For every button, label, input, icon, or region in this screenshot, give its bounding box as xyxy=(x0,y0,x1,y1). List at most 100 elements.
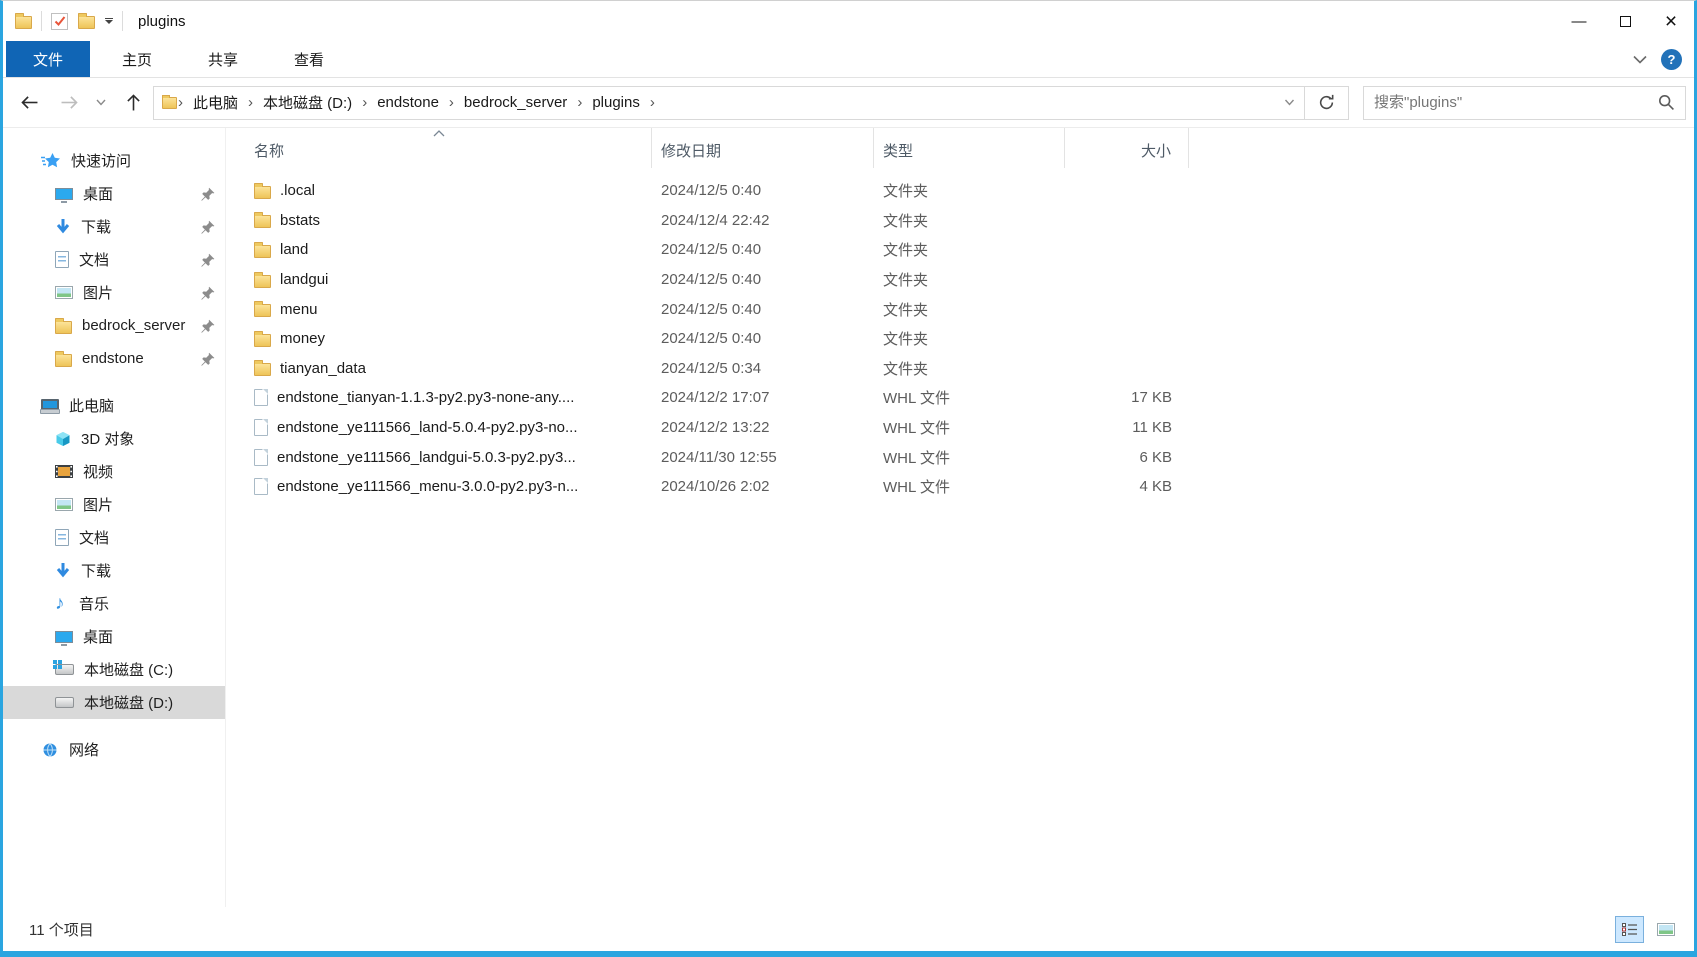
file-row[interactable]: .local2024/12/5 0:40文件夹 xyxy=(226,176,1694,206)
sidebar-item[interactable]: 桌面 xyxy=(3,620,225,653)
breadcrumb-chevron-icon[interactable]: › xyxy=(649,94,656,111)
folder-icon xyxy=(254,245,271,258)
thumbnail-view-button[interactable] xyxy=(1651,916,1680,943)
sidebar-item[interactable]: 下载 xyxy=(3,210,225,243)
pin-icon[interactable] xyxy=(201,352,215,366)
file-name-cell: endstone_ye111566_menu-3.0.0-py2.py3-n..… xyxy=(226,478,652,495)
column-header-size[interactable]: 大小 xyxy=(1065,128,1189,168)
breadcrumb-item[interactable]: 此电脑 xyxy=(184,87,247,119)
breadcrumb-chevron-icon[interactable]: › xyxy=(448,94,455,111)
breadcrumb-chevron-icon[interactable]: › xyxy=(247,94,254,111)
qat-customize-dropdown-icon[interactable] xyxy=(105,18,113,25)
file-name: bstats xyxy=(280,212,320,229)
file-type: 文件夹 xyxy=(874,210,1065,231)
breadcrumb-chevron-icon[interactable]: › xyxy=(576,94,583,111)
sidebar-item[interactable]: 下载 xyxy=(3,554,225,587)
sidebar-item-label: endstone xyxy=(82,350,144,367)
search-input[interactable] xyxy=(1374,94,1658,111)
file-row[interactable]: tianyan_data2024/12/5 0:34文件夹 xyxy=(226,354,1694,384)
tab-home[interactable]: 主页 xyxy=(98,41,176,77)
file-row[interactable]: money2024/12/5 0:40文件夹 xyxy=(226,324,1694,354)
quick-access-toolbar xyxy=(51,13,113,30)
file-date: 2024/10/26 2:02 xyxy=(652,478,874,495)
3d-objects-icon xyxy=(55,431,71,447)
help-button[interactable]: ? xyxy=(1661,49,1682,70)
sidebar-item-label: 本地磁盘 (C:) xyxy=(84,659,173,680)
file-row[interactable]: endstone_ye111566_land-5.0.4-py2.py3-no.… xyxy=(226,413,1694,443)
file-row[interactable]: endstone_ye111566_landgui-5.0.3-py2.py3.… xyxy=(226,442,1694,472)
minimize-button[interactable]: — xyxy=(1556,1,1602,41)
file-row[interactable]: endstone_ye111566_menu-3.0.0-py2.py3-n..… xyxy=(226,472,1694,502)
pin-icon[interactable] xyxy=(201,220,215,234)
close-button[interactable]: × xyxy=(1648,1,1694,41)
checkmark-icon[interactable] xyxy=(51,13,68,30)
up-button[interactable] xyxy=(113,86,153,120)
breadcrumb-item[interactable]: 本地磁盘 (D:) xyxy=(254,87,361,119)
desktop-icon xyxy=(55,188,73,200)
maximize-button[interactable] xyxy=(1602,1,1648,41)
search-icon[interactable] xyxy=(1658,94,1675,111)
tab-file[interactable]: 文件 xyxy=(6,41,90,77)
sidebar-item[interactable]: ♪音乐 xyxy=(3,587,225,620)
sidebar-item[interactable]: bedrock_server xyxy=(3,309,225,342)
sidebar-item[interactable]: 本地磁盘 (D:) xyxy=(3,686,225,719)
column-header-type[interactable]: 类型 xyxy=(874,128,1065,168)
sidebar-item[interactable]: 桌面 xyxy=(3,177,225,210)
sidebar-item-label: 3D 对象 xyxy=(81,428,134,449)
file-row[interactable]: bstats2024/12/4 22:42文件夹 xyxy=(226,206,1694,236)
file-name-cell: money xyxy=(226,330,652,347)
pin-icon[interactable] xyxy=(201,187,215,201)
sidebar-item[interactable]: 本地磁盘 (C:) xyxy=(3,653,225,686)
breadcrumb-item[interactable]: plugins xyxy=(583,87,649,119)
this-pc-icon xyxy=(41,399,59,410)
file-type: WHL 文件 xyxy=(874,476,1065,497)
sidebar-section-this-pc[interactable]: 此电脑 xyxy=(3,389,225,422)
app-folder-icon xyxy=(15,16,32,29)
forward-button[interactable] xyxy=(49,86,89,120)
file-row[interactable]: endstone_tianyan-1.1.3-py2.py3-none-any.… xyxy=(226,383,1694,413)
sidebar-item[interactable]: 3D 对象 xyxy=(3,422,225,455)
pin-icon[interactable] xyxy=(201,253,215,267)
back-button[interactable] xyxy=(9,86,49,120)
breadcrumb-item[interactable]: endstone xyxy=(368,87,448,119)
sidebar-item[interactable]: endstone xyxy=(3,342,225,375)
refresh-button[interactable] xyxy=(1305,86,1349,120)
sidebar-section-network[interactable]: 网络 xyxy=(3,733,225,766)
sidebar-section-quick-access[interactable]: 快速访问 xyxy=(3,144,225,177)
recent-locations-chevron-icon[interactable] xyxy=(89,86,113,120)
breadcrumb-chevron-icon[interactable]: › xyxy=(177,94,184,111)
address-bar[interactable]: ›此电脑›本地磁盘 (D:)›endstone›bedrock_server›p… xyxy=(153,86,1305,120)
sidebar-item-label: 本地磁盘 (D:) xyxy=(84,692,173,713)
sidebar-item[interactable]: 图片 xyxy=(3,488,225,521)
pin-icon[interactable] xyxy=(201,286,215,300)
sidebar-item[interactable]: 文档 xyxy=(3,243,225,276)
column-header-name[interactable]: 名称 xyxy=(226,128,652,168)
file-name-cell: landgui xyxy=(226,271,652,288)
file-row[interactable]: menu2024/12/5 0:40文件夹 xyxy=(226,294,1694,324)
expand-ribbon-chevron-icon[interactable] xyxy=(1633,55,1647,64)
titlebar-divider xyxy=(41,11,42,31)
explorer-window: plugins — × 文件主页共享查看 ? xyxy=(0,0,1697,957)
tab-view[interactable]: 查看 xyxy=(270,41,348,77)
file-name: endstone_ye111566_menu-3.0.0-py2.py3-n..… xyxy=(277,478,578,495)
sidebar-item-label: 文档 xyxy=(79,249,109,270)
sidebar-item[interactable]: 图片 xyxy=(3,276,225,309)
folder-icon xyxy=(254,275,271,288)
sidebar-item[interactable]: 文档 xyxy=(3,521,225,554)
column-header-date[interactable]: 修改日期 xyxy=(652,128,874,168)
column-headers: 名称 修改日期 类型 大小 xyxy=(226,128,1694,168)
breadcrumb-chevron-icon[interactable]: › xyxy=(361,94,368,111)
search-box[interactable] xyxy=(1363,86,1686,120)
tab-share[interactable]: 共享 xyxy=(184,41,262,77)
breadcrumb-item[interactable]: bedrock_server xyxy=(455,87,576,119)
qat-folder-icon[interactable] xyxy=(78,16,95,29)
address-row: ›此电脑›本地磁盘 (D:)›endstone›bedrock_server›p… xyxy=(3,78,1694,128)
file-row[interactable]: land2024/12/5 0:40文件夹 xyxy=(226,235,1694,265)
pin-icon[interactable] xyxy=(201,319,215,333)
address-dropdown-chevron-icon[interactable] xyxy=(1274,99,1304,106)
folder-icon xyxy=(55,321,72,334)
file-row[interactable]: landgui2024/12/5 0:40文件夹 xyxy=(226,265,1694,295)
sidebar-item[interactable]: 视频 xyxy=(3,455,225,488)
details-view-button[interactable] xyxy=(1615,916,1644,943)
file-date: 2024/12/5 0:34 xyxy=(652,360,874,377)
